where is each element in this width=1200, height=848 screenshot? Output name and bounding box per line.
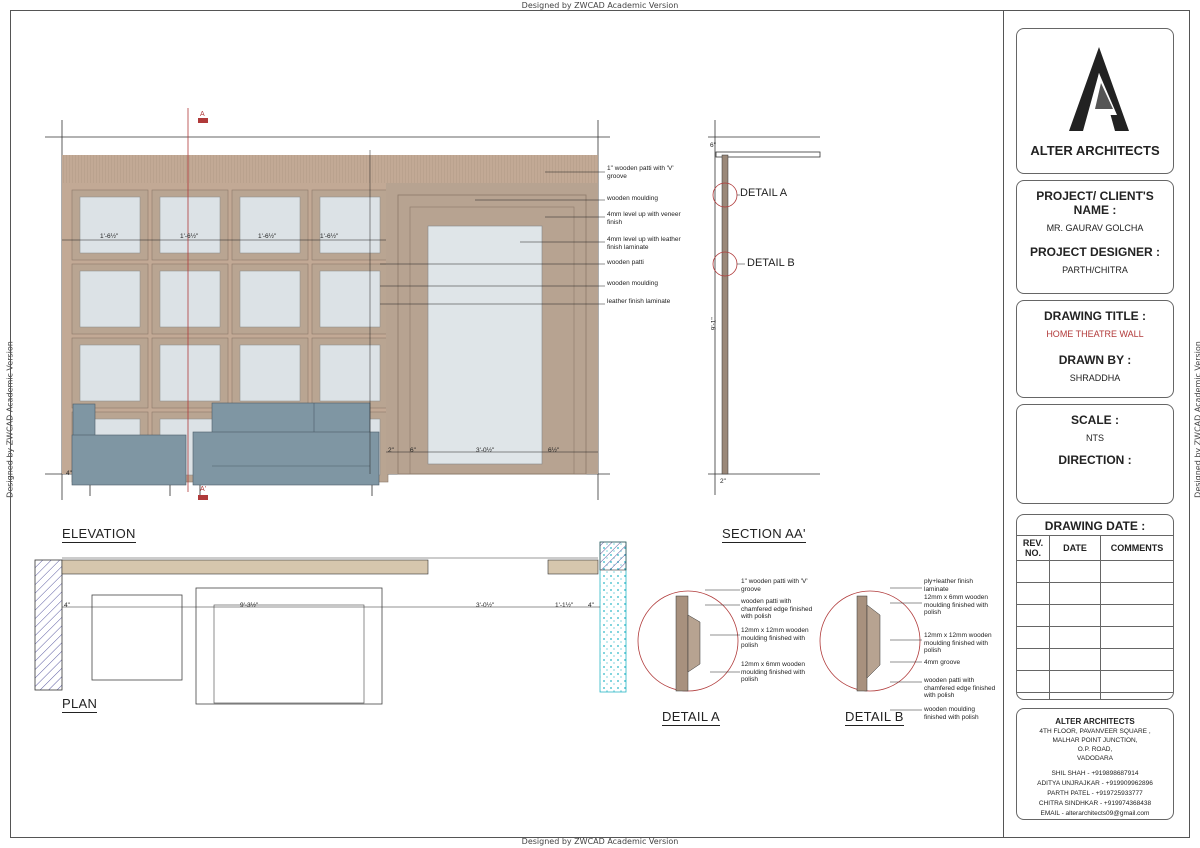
- elev-note-1: 1" wooden patti with 'V' groove: [607, 165, 674, 180]
- detail-a-note-3: 12mm x 12mm wooden moulding finished wit…: [741, 627, 809, 649]
- address-line-4: VADODARA: [1077, 755, 1113, 762]
- section-dim-2: 9'-1": [710, 317, 718, 331]
- panel-inset: [319, 196, 381, 254]
- panel-inset: [319, 270, 381, 328]
- designer-value: PARTH/CHITRA: [1062, 265, 1128, 275]
- drawing-title-box: DRAWING TITLE : HOME THEATRE WALL DRAWN …: [1016, 300, 1174, 398]
- detail-a-label: DETAIL A: [662, 709, 721, 726]
- section-detail-a-tag: DETAIL A: [740, 187, 788, 199]
- logo-icon: [1069, 47, 1129, 131]
- address-box: ALTER ARCHITECTS 4TH FLOOR, PAVANVEER SQ…: [1016, 708, 1174, 820]
- elevation-view: [45, 108, 610, 500]
- elev-dim-2: 1'-6½": [180, 233, 199, 240]
- panel-inset: [319, 344, 381, 402]
- section-label: SECTION AA': [722, 526, 806, 543]
- elev-dim-1: 1'-6½": [100, 233, 119, 240]
- panel-inset: [239, 344, 301, 402]
- elevation-label: ELEVATION: [62, 526, 136, 543]
- rev-no-header: REV. NO.: [1017, 536, 1050, 561]
- drawing-title-value: HOME THEATRE WALL: [1046, 329, 1144, 339]
- detail-a-note-4: 12mm x 6mm wooden moulding finished with…: [741, 661, 805, 683]
- detail-b-note-3: 12mm x 12mm wooden moulding finished wit…: [924, 632, 992, 654]
- firm-address: ALTER ARCHITECTS 4TH FLOOR, PAVANVEER SQ…: [1017, 717, 1173, 763]
- plan-dim-3: 3'-0½": [476, 602, 495, 609]
- panel-inset: [239, 270, 301, 328]
- panel-inset: [159, 344, 221, 402]
- elev-dim-8: 6": [410, 447, 416, 454]
- address-line-2: MALHAR POINT JUNCTION,: [1052, 737, 1138, 744]
- address-firm-name: ALTER ARCHITECTS: [1055, 717, 1135, 726]
- section-detail-b-tag: DETAIL B: [747, 257, 795, 269]
- elev-dim-7: 4": [66, 470, 72, 477]
- contact-1: SHIL SHAH - +919898687914: [1051, 770, 1139, 777]
- title-block-divider: [1003, 10, 1004, 838]
- detail-b-label: DETAIL B: [845, 709, 904, 726]
- scale-box: SCALE : NTS DIRECTION :: [1016, 404, 1174, 504]
- panel-inset: [159, 270, 221, 328]
- elev-dim-3: 1'-6½": [258, 233, 277, 240]
- elev-dim-9: 2": [388, 447, 394, 454]
- project-value: MR. GAURAV GOLCHA: [1046, 223, 1144, 233]
- contact-4: CHITRA SINDHKAR - +919974368438: [1038, 800, 1152, 807]
- revision-table: REV. NO. DATE COMMENTS: [1017, 536, 1173, 699]
- panel-inset: [239, 196, 301, 254]
- drawing-date-box: DRAWING DATE : REV. NO. DATE COMMENTS: [1016, 514, 1174, 700]
- address-line-3: O.P. ROAD,: [1077, 746, 1113, 753]
- detail-a-note-1: 1" wooden patti with 'V' groove: [741, 578, 808, 593]
- firm-name: ALTER ARCHITECTS: [1030, 143, 1160, 158]
- project-heading: PROJECT/ CLIENT'S NAME :: [1036, 189, 1154, 217]
- elev-dim-6: 6½": [548, 447, 560, 454]
- section-dim-1: 6": [710, 142, 716, 149]
- elev-note-4: 4mm level up with leather finish laminat…: [607, 236, 681, 251]
- section-mark-a-prime: A': [200, 486, 207, 493]
- panel-inset: [79, 344, 141, 402]
- elev-note-2: wooden moulding: [607, 195, 658, 202]
- contact-email: EMAIL - alterarchitects09@gmail.com: [1040, 810, 1150, 817]
- contact-3: PARTH PATEL - +919725933777: [1047, 790, 1143, 797]
- project-box: PROJECT/ CLIENT'S NAME : MR. GAURAV GOLC…: [1016, 180, 1174, 294]
- plan-dim-2: 9'-3½": [240, 602, 259, 609]
- section-mark-a: A: [200, 111, 205, 118]
- plan-dim-4: 1'-1½": [555, 602, 574, 609]
- sofa-right: [192, 402, 380, 496]
- panel-inset: [79, 270, 141, 328]
- plan-label: PLAN: [62, 696, 98, 713]
- scale-heading: SCALE :: [1071, 413, 1119, 427]
- detail-b-note-1: ply+leather finish laminate: [924, 578, 973, 593]
- detail-b-note-6: wooden moulding finished with polish: [924, 706, 979, 721]
- contact-2: ADITYA UNJRAJKAR - +919909962896: [1037, 780, 1153, 787]
- panel-inset: [79, 196, 141, 254]
- elev-note-5: wooden patti: [607, 259, 644, 266]
- elev-note-6: wooden moulding: [607, 280, 658, 287]
- drawn-by-heading: DRAWN BY :: [1058, 353, 1132, 367]
- elev-dim-4: 1'-6½": [320, 233, 339, 240]
- detail-b-note-4: 4mm groove: [924, 659, 961, 666]
- elev-note-3: 4mm level up with veneer finish: [607, 211, 681, 226]
- plan-dim-1: 4": [64, 602, 70, 609]
- drawing-date-heading: DRAWING DATE :: [1017, 515, 1173, 536]
- watermark-right: Designed by ZWCAD Academic Version: [1193, 341, 1200, 498]
- address-line-1: 4TH FLOOR, PAVANVEER SQUARE ,: [1039, 728, 1151, 735]
- detail-b-view: [819, 587, 922, 711]
- panel-inset: [159, 196, 221, 254]
- direction-heading: DIRECTION :: [1058, 453, 1132, 467]
- detail-a-view: [637, 589, 740, 692]
- logo-box: ALTER ARCHITECTS: [1016, 28, 1174, 174]
- section-view: [708, 120, 821, 495]
- detail-b-note-5: wooden patti with chamfered edge finishe…: [924, 677, 996, 699]
- firm-contacts: SHIL SHAH - +919898687914 ADITYA UNJRAJK…: [1017, 769, 1173, 819]
- detail-b-note-2: 12mm x 6mm wooden moulding finished with…: [924, 594, 988, 616]
- date-header: DATE: [1049, 536, 1101, 561]
- elev-dim-5: 3'-0½": [476, 447, 495, 454]
- section-dim-3: 2": [720, 478, 726, 485]
- plan-view: [34, 541, 627, 705]
- scale-value: NTS: [1086, 433, 1104, 443]
- drawn-by-value: SHRADDHA: [1069, 373, 1121, 383]
- comments-header: COMMENTS: [1100, 536, 1173, 561]
- elev-note-7: leather finish laminate: [607, 298, 671, 305]
- plan-dim-5: 4": [588, 602, 594, 609]
- drawing-title-heading: DRAWING TITLE :: [1044, 309, 1146, 323]
- designer-heading: PROJECT DESIGNER :: [1029, 245, 1161, 259]
- detail-a-note-2: wooden patti with chamfered edge finishe…: [741, 598, 813, 620]
